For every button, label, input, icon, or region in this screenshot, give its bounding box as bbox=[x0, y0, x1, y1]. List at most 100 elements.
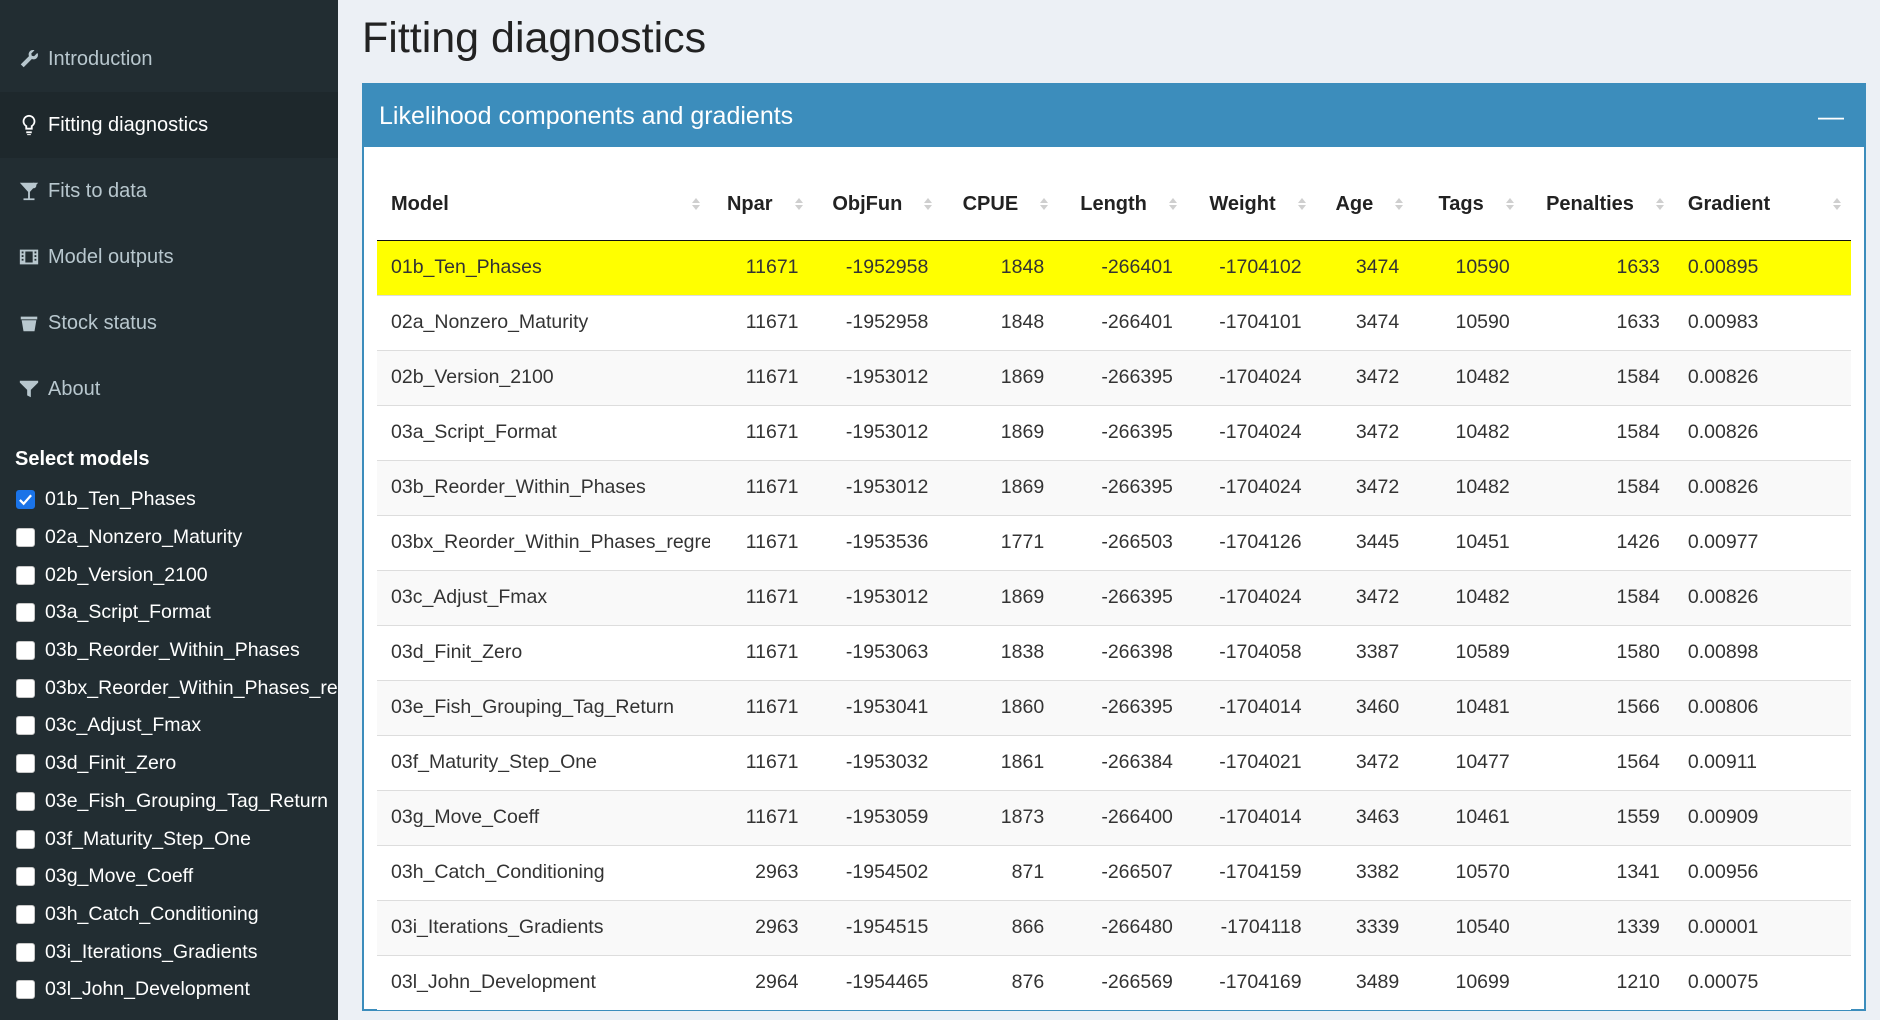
column-header-label: Npar bbox=[726, 192, 773, 215]
cell-length: -266507 bbox=[1058, 844, 1187, 900]
sidebar-item-introduction[interactable]: Introduction bbox=[0, 26, 338, 92]
column-header-gradient[interactable]: Gradient bbox=[1673, 169, 1851, 241]
cell-npar: 11671 bbox=[709, 239, 813, 295]
column-header-model[interactable]: Model bbox=[377, 169, 710, 241]
checkbox[interactable] bbox=[16, 867, 35, 887]
table-row[interactable]: 03b_Reorder_Within_Phases 11671 -1953012 18… bbox=[377, 459, 1851, 515]
cell-penalties: 1580 bbox=[1523, 624, 1674, 680]
main-content: Fitting diagnostics Likelihood component… bbox=[338, 0, 1880, 1020]
column-header-tags[interactable]: Tags bbox=[1413, 169, 1524, 241]
cell-cpue: 871 bbox=[942, 844, 1059, 900]
table-row[interactable]: 03d_Finit_Zero 11671 -1953063 1838 -266398 -1… bbox=[377, 624, 1851, 680]
checkbox[interactable] bbox=[16, 942, 35, 962]
cell-cpue: 876 bbox=[942, 954, 1059, 1010]
model-checkbox-item[interactable]: 03f_Maturity_Step_One bbox=[0, 820, 338, 858]
cell-length: -266400 bbox=[1058, 789, 1187, 845]
column-header-age[interactable]: Age bbox=[1315, 169, 1414, 241]
model-checkbox-item[interactable]: 02a_Nonzero_Maturity bbox=[0, 519, 338, 557]
cell-model: 03i_Iterations_Gradients bbox=[377, 899, 710, 955]
model-checkbox-item[interactable]: 03d_Finit_Zero bbox=[0, 745, 338, 783]
checkbox[interactable] bbox=[16, 904, 35, 924]
column-header-label: Tags bbox=[1438, 192, 1484, 215]
model-checkbox-item[interactable]: 03b_Reorder_Within_Phases bbox=[0, 632, 338, 670]
model-checkbox-item[interactable]: 01b_Ten_Phases bbox=[0, 481, 338, 519]
table-row[interactable]: 03c_Adjust_Fmax 11671 -1953012 1869 -266395-… bbox=[377, 569, 1851, 625]
checkbox[interactable] bbox=[16, 980, 35, 1000]
cell-objfun: -1953032 bbox=[812, 734, 943, 790]
cell-objfun: -1954515 bbox=[812, 899, 943, 955]
table-row[interactable]: 03a_Script_Format 11671 -1953012 1869 -26639… bbox=[377, 404, 1851, 460]
model-checkbox-item[interactable]: 03a_Script_Format bbox=[0, 594, 338, 632]
cell-objfun: -1954465 bbox=[812, 954, 943, 1010]
table-row[interactable]: 03f_Maturity_Step_One 11671 -1953032 1861 -2… bbox=[377, 734, 1851, 790]
model-checkbox-item[interactable]: 03i_Iterations_Gradients bbox=[0, 933, 338, 971]
checkbox[interactable] bbox=[16, 641, 35, 661]
table-row[interactable]: 03e_Fish_Grouping_Tag_Return 11671 -195304… bbox=[377, 679, 1851, 735]
table-row[interactable]: 03l_John_Development 2964 -1954465 876 -2665… bbox=[377, 954, 1851, 1010]
sidebar-item-about[interactable]: About bbox=[0, 356, 338, 422]
cell-objfun: -1953012 bbox=[812, 569, 943, 625]
table-row[interactable]: 02b_Version_2100 11671 -1953012 1869 -266395… bbox=[377, 349, 1851, 405]
model-checkbox-item[interactable]: 03e_Fish_Grouping_Tag_Return bbox=[0, 783, 338, 821]
cell-weight: -1704058 bbox=[1186, 624, 1316, 680]
table-row[interactable]: 03i_Iterations_Gradients 2963 -1954515 866-… bbox=[377, 899, 1851, 955]
cell-gradient: 0.00909 bbox=[1673, 789, 1851, 845]
checkbox[interactable] bbox=[16, 754, 35, 774]
cell-penalties: 1633 bbox=[1523, 294, 1674, 350]
model-checkbox-item[interactable]: 02b_Version_2100 bbox=[0, 556, 338, 594]
table-row[interactable]: 03g_Move_Coeff 11671 -1953059 1873 -266400 -1… bbox=[377, 789, 1851, 845]
cell-length: -266569 bbox=[1058, 954, 1187, 1010]
sidebar-item-fitting-diagnostics[interactable]: Fitting diagnostics bbox=[0, 92, 338, 158]
column-header-cpue[interactable]: CPUE bbox=[942, 169, 1059, 241]
sort-icon bbox=[1168, 198, 1177, 211]
cell-gradient: 0.00895 bbox=[1673, 239, 1851, 295]
checkbox[interactable] bbox=[16, 603, 35, 623]
cell-length: -266395 bbox=[1058, 349, 1187, 405]
model-checkbox-item[interactable]: 03bx_Reorder_Within_Phases_regrec bbox=[0, 669, 338, 707]
table-row[interactable]: 01b_Ten_Phases 11671 -1952958 1848 -266401 -1… bbox=[377, 239, 1851, 295]
column-header-label: Model bbox=[391, 192, 449, 215]
sidebar-item-label: Fits to data bbox=[48, 179, 147, 202]
table-body: 01b_Ten_Phases 11671 -1952958 1848 -266401 -1… bbox=[377, 239, 1851, 1010]
model-checkbox-item[interactable]: 03g_Move_Coeff bbox=[0, 858, 338, 896]
column-header-weight[interactable]: Weight bbox=[1186, 169, 1316, 241]
cell-npar: 11671 bbox=[709, 624, 813, 680]
checkbox[interactable] bbox=[16, 678, 35, 698]
cell-tags: 10482 bbox=[1413, 459, 1524, 515]
table-wrapper: Model Npar ObjFun CPUE Length Weight Age Tags Pe… bbox=[377, 169, 1851, 1010]
sidebar-item-model-outputs[interactable]: Model outputs bbox=[0, 224, 338, 290]
sidebar-item-stock-status[interactable]: Stock status bbox=[0, 290, 338, 356]
cell-age: 3472 bbox=[1315, 459, 1414, 515]
sidebar-item-fits-to-data[interactable]: Fits to data bbox=[0, 158, 338, 224]
checkbox[interactable] bbox=[16, 791, 35, 811]
cell-penalties: 1339 bbox=[1523, 899, 1674, 955]
model-checkbox-item[interactable]: 03h_Catch_Conditioning bbox=[0, 896, 338, 934]
checkbox-checked[interactable] bbox=[16, 490, 35, 510]
cell-weight: -1704024 bbox=[1186, 349, 1316, 405]
checkbox[interactable] bbox=[16, 528, 35, 548]
checkbox[interactable] bbox=[16, 565, 35, 585]
table-row[interactable]: 03bx_Reorder_Within_Phases_regrec 11671 -1… bbox=[377, 514, 1851, 570]
cell-npar: 11671 bbox=[709, 734, 813, 790]
checkbox[interactable] bbox=[16, 716, 35, 736]
column-header-penalties[interactable]: Penalties bbox=[1523, 169, 1674, 241]
checkbox[interactable] bbox=[16, 829, 35, 849]
cell-penalties: 1566 bbox=[1523, 679, 1674, 735]
column-header-npar[interactable]: Npar bbox=[709, 169, 813, 241]
column-header-length[interactable]: Length bbox=[1058, 169, 1187, 241]
cell-weight: -1704024 bbox=[1186, 569, 1316, 625]
cell-weight: -1704021 bbox=[1186, 734, 1316, 790]
cell-length: -266401 bbox=[1058, 294, 1187, 350]
table-row[interactable]: 02a_Nonzero_Maturity 11671 -1952958 1848 -26… bbox=[377, 294, 1851, 350]
model-checkbox-item[interactable]: 03c_Adjust_Fmax bbox=[0, 707, 338, 745]
cell-age: 3474 bbox=[1315, 294, 1414, 350]
model-checkbox-item[interactable]: 03l_John_Development bbox=[0, 971, 338, 1009]
cell-gradient: 0.00977 bbox=[1673, 514, 1851, 570]
table-row[interactable]: 03h_Catch_Conditioning 2963 -1954502 871 -26… bbox=[377, 844, 1851, 900]
column-header-objfun[interactable]: ObjFun bbox=[812, 169, 943, 241]
cell-length: -266395 bbox=[1058, 679, 1187, 735]
sidebar-item-label: Stock status bbox=[48, 311, 157, 334]
sidebar-item-label: Model outputs bbox=[48, 245, 174, 268]
cell-length: -266503 bbox=[1058, 514, 1187, 570]
minus-icon[interactable]: — bbox=[1818, 103, 1844, 129]
